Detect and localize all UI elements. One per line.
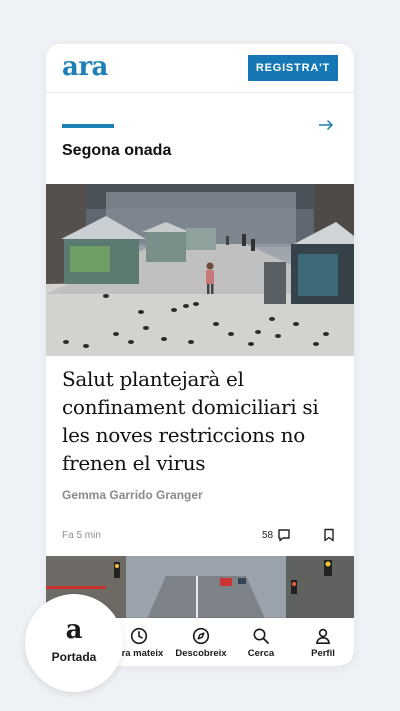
bookmark-icon[interactable] [323,528,335,542]
app-header: ara REGISTRA'T [46,44,354,93]
article-headline[interactable]: Salut plantejarà el confinament domicili… [62,365,342,477]
nav-cerca[interactable]: Cerca [230,618,292,666]
nav-descobreix-label: Descobreix [175,648,227,659]
ara-logo[interactable]: ara [62,52,108,82]
register-button[interactable]: REGISTRA'T [247,55,338,81]
nav-perfil[interactable]: Perfil [292,618,354,666]
compass-icon [192,627,210,645]
search-icon [253,628,269,644]
comment-icon [278,529,290,542]
comments-count: 58 [262,529,274,541]
nav-portada-label: Portada [51,650,97,664]
article-hero-image[interactable] [46,184,354,356]
ara-a-icon: a [65,615,83,645]
app-card: ara REGISTRA'T Segona onada Salut plante… [46,44,354,666]
nav-descobreix[interactable]: Descobreix [170,618,232,666]
comments-button[interactable]: 58 [262,528,291,542]
arrow-right-icon[interactable] [318,117,334,133]
nav-perfil-label: Perfil [311,648,335,659]
section-accent-bar [62,124,114,128]
nav-portada[interactable]: a Portada [25,594,123,692]
clock-icon [130,627,148,645]
article-time: Fa 5 min [62,530,101,541]
user-icon [316,628,330,644]
article-author: Gemma Garrido Granger [62,488,203,502]
section-title[interactable]: Segona onada [62,142,171,160]
nav-cerca-label: Cerca [247,648,275,659]
